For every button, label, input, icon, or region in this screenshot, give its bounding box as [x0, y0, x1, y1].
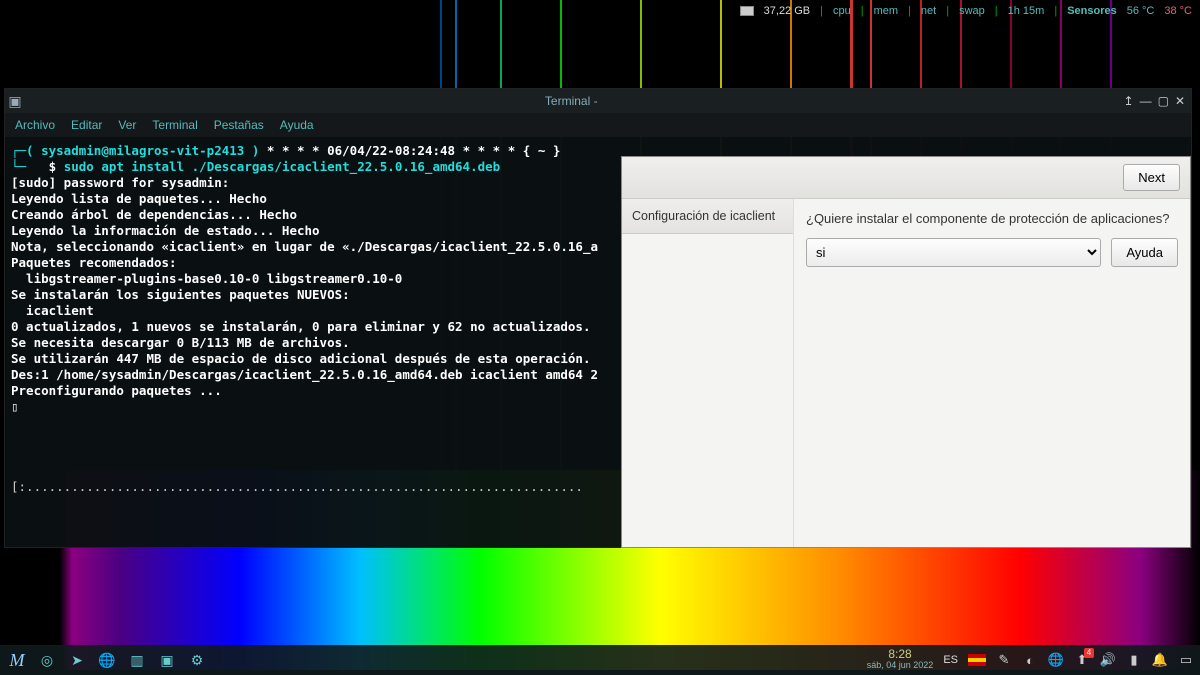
network-tray-icon[interactable]: 🌐 [1048, 652, 1064, 668]
config-dialog: Next Configuración de icaclient ¿Quiere … [621, 156, 1191, 548]
terminal-titlebar[interactable]: ▣ Terminal - ↥ — ▢ ✕ [5, 89, 1191, 113]
keep-above-icon[interactable]: ↥ [1124, 94, 1134, 108]
sensors-label: Sensores [1067, 5, 1117, 17]
mem-label: mem [874, 5, 898, 17]
dialog-main: ¿Quiere instalar el componente de protec… [794, 199, 1190, 547]
terminal-app-icon: ▣ [5, 93, 25, 110]
notifications-icon[interactable]: 🔔 [1152, 652, 1168, 668]
menu-editar[interactable]: Editar [71, 118, 102, 132]
terminal-menubar: Archivo Editar Ver Terminal Pestañas Ayu… [5, 113, 1191, 137]
dialog-header: Next [622, 157, 1190, 199]
telegram-icon[interactable]: ➤ [66, 649, 88, 671]
menu-archivo[interactable]: Archivo [15, 118, 55, 132]
terminal-title: Terminal - [25, 94, 1118, 108]
maximize-icon[interactable]: ▢ [1158, 94, 1169, 108]
uptime: 1h 15m [1008, 5, 1045, 17]
temp-2: 38 °C [1164, 5, 1192, 17]
sidebar-tab-icaclient[interactable]: Configuración de icaclient [622, 199, 793, 234]
show-desktop-icon[interactable]: ▭ [1178, 652, 1194, 668]
tray-icon-1[interactable]: ◐ [1022, 652, 1038, 668]
terminal-taskbar-icon[interactable]: ▣ [156, 649, 178, 671]
disk-icon [740, 6, 754, 16]
menu-pestanas[interactable]: Pestañas [214, 118, 264, 132]
minimize-icon[interactable]: — [1140, 94, 1152, 108]
swap-label: swap [959, 5, 985, 17]
next-button[interactable]: Next [1123, 164, 1180, 191]
dialog-sidebar: Configuración de icaclient [622, 199, 794, 547]
disk-free: 37,22 GB [764, 5, 810, 17]
updates-icon[interactable]: ⬆ [1074, 652, 1090, 668]
top-panel: 37,22 GB | cpu | mem | net | swap | 1h 1… [732, 0, 1200, 22]
protection-select[interactable]: si [806, 238, 1101, 267]
clock[interactable]: 8:28 sáb, 04 jun 2022 [867, 649, 934, 671]
cpu-label: cpu [833, 5, 851, 17]
settings-icon[interactable]: ⚙ [186, 649, 208, 671]
volume-icon[interactable]: 🔊 [1100, 652, 1116, 668]
net-label: net [921, 5, 936, 17]
picker-icon[interactable]: ✎ [996, 652, 1012, 668]
menu-launcher-icon[interactable]: M [6, 649, 28, 671]
menu-ayuda[interactable]: Ayuda [280, 118, 314, 132]
dialog-question: ¿Quiere instalar el componente de protec… [806, 211, 1178, 226]
command: sudo apt install ./Descargas/icaclient_2… [64, 159, 501, 174]
help-button[interactable]: Ayuda [1111, 238, 1178, 267]
close-icon[interactable]: ✕ [1175, 94, 1185, 108]
flag-es-icon[interactable] [968, 654, 986, 666]
files-icon[interactable]: ▥ [126, 649, 148, 671]
battery-icon[interactable]: ▮ [1126, 652, 1142, 668]
keyboard-lang[interactable]: ES [943, 654, 958, 666]
progress-line: [:......................................… [11, 479, 583, 494]
bottom-taskbar: M ◎ ➤ 🌐 ▥ ▣ ⚙ 8:28 sáb, 04 jun 2022 ES ✎… [0, 645, 1200, 675]
app-icon-1[interactable]: ◎ [36, 649, 58, 671]
menu-terminal[interactable]: Terminal [152, 118, 197, 132]
temp-1: 56 °C [1127, 5, 1155, 17]
menu-ver[interactable]: Ver [118, 118, 136, 132]
globe-icon[interactable]: 🌐 [96, 649, 118, 671]
